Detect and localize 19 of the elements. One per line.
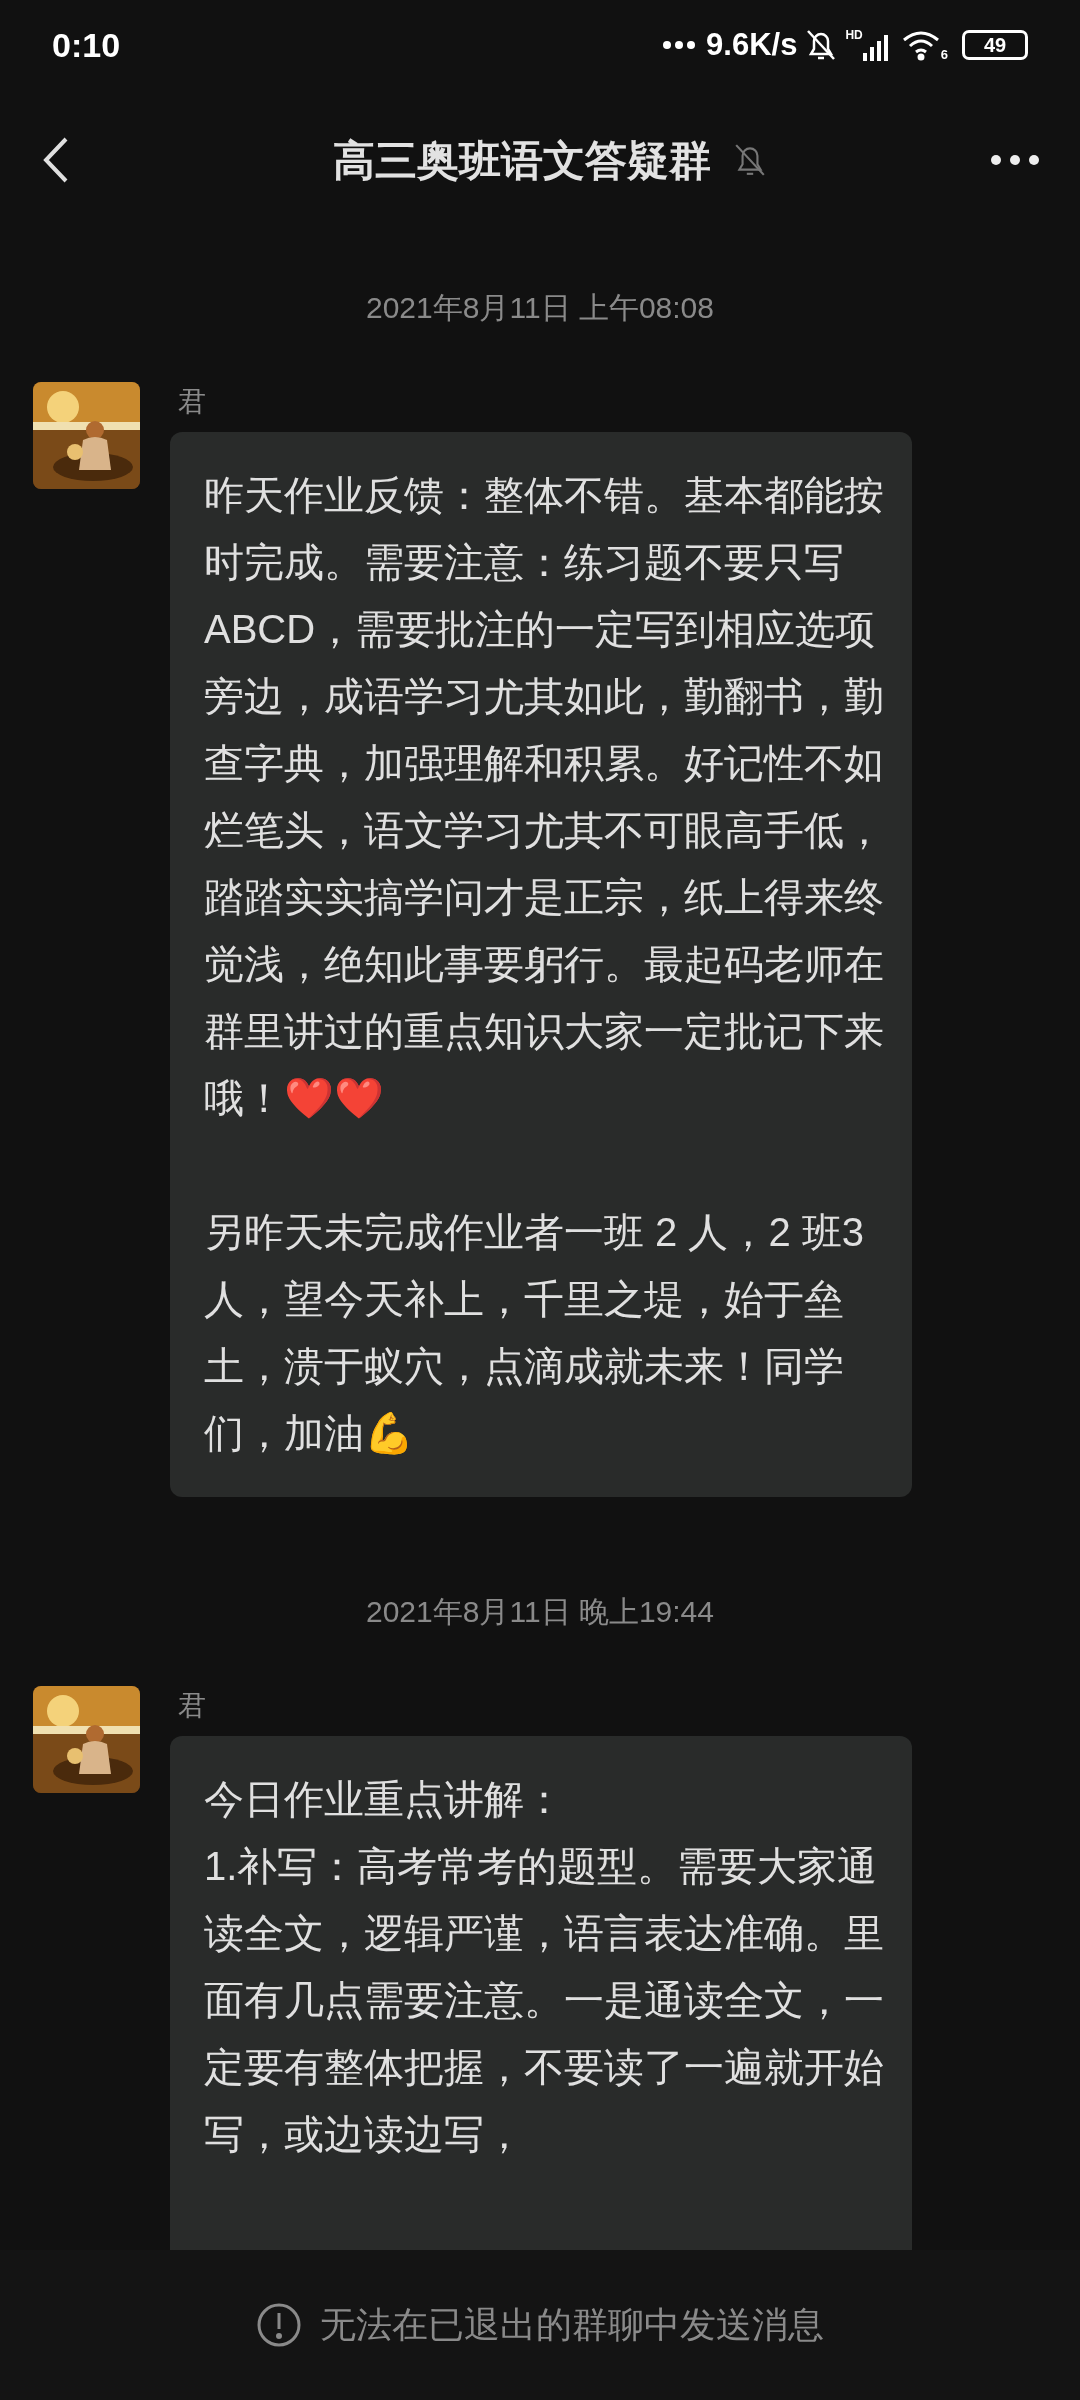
status-time: 0:10	[52, 24, 121, 66]
message-text: 1.补写：高考常考的题型。需要大家通读全文，逻辑严谨，语言表达准确。里面有几点需要注意。一是通读全文，一定要有整体把握，不要读了一遍就开始写，或边读边写，	[204, 1843, 885, 2158]
more-icon[interactable]	[990, 154, 1040, 166]
signal-label: HD	[845, 29, 863, 41]
message-text: 今日作业重点讲解：	[204, 1776, 565, 1823]
battery-icon: 49	[962, 30, 1028, 60]
wifi-label: 6	[940, 48, 948, 61]
notice-text: 无法在已退出的群聊中发送消息	[320, 2303, 824, 2347]
message-text: 昨天作业反馈：整体不错。基本都能按时完成。需要注意：练习题不要只写 ABCD，需要批注的一定写到相应选项旁边，成语学习尤其如此，勤翻书，勤查字典，加强理解和积累。好记性不如烂笔头，语文学习尤其不可眼高手低，踏踏实实搞学问才是正宗，纸上得来终觉浅，绝知此事要躬行。最起码老师在群里讲过的重点知识大家一定批记下来哦！❤❤	[204, 472, 885, 1122]
bell-off-icon	[805, 28, 838, 62]
warning-icon	[256, 2302, 302, 2348]
sender-name: 君	[178, 385, 206, 419]
message-time: 2021年8月11日 上午08:08	[366, 290, 714, 326]
message-text: 另昨天未完成作业者一班 2 人，2 班3 人，望今天补上，千里之堤，始于垒土，溃于蚁穴，点滴成就未来！同学们，加油💪	[204, 1209, 866, 1457]
chat-title: 高三奥班语文答疑群	[333, 135, 711, 186]
message-time: 2021年8月11日 晚上19:44	[366, 1594, 714, 1630]
network-speed: 9.6K/s	[706, 25, 798, 64]
sender-name: 君	[178, 1689, 206, 1723]
wifi-icon	[900, 29, 941, 61]
